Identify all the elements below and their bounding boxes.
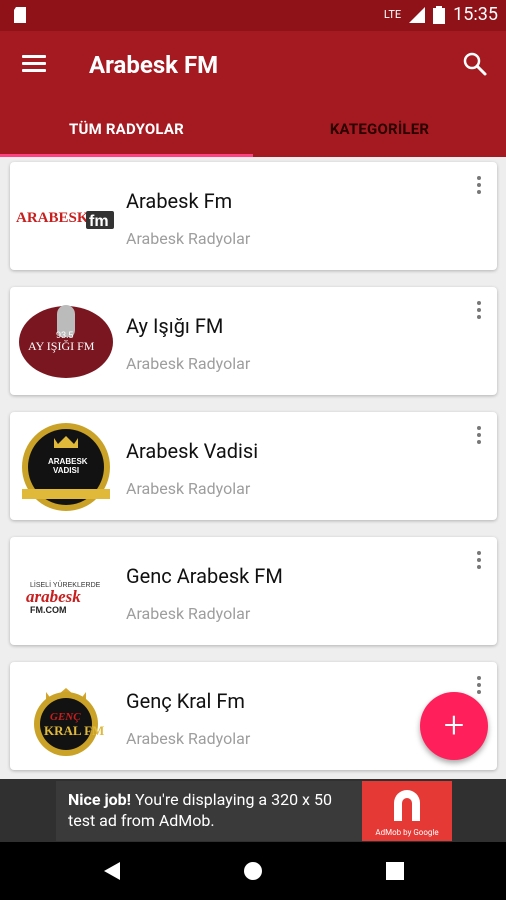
svg-text:AY IŞIĞI FM: AY IŞIĞI FM [28, 339, 95, 353]
more-vert-icon[interactable] [477, 301, 483, 323]
station-name: Genc Arabesk FM [126, 564, 283, 588]
station-category: Arabesk Radyolar [126, 354, 251, 373]
station-card[interactable]: ARABESK fm Arabesk Fm Arabesk Radyolar [10, 162, 497, 270]
station-name: Ay Işığı FM [126, 314, 224, 338]
ad-box[interactable]: Nice job! You're displaying a 320 x 50 t… [56, 781, 452, 841]
tab-categories[interactable]: KATEGORİLER [253, 108, 506, 157]
svg-text:ARABESK: ARABESK [16, 210, 89, 226]
station-card[interactable]: 93.5 AY IŞIĞI FM Ay Işığı FM Arabesk Rad… [10, 287, 497, 395]
station-logo: 93.5 AY IŞIĞI FM [19, 305, 113, 378]
back-icon[interactable] [102, 861, 122, 881]
tab-bar: TÜM RADYOLAR KATEGORİLER [0, 108, 506, 157]
svg-text:FM.COM: FM.COM [30, 605, 67, 615]
admob-caption: AdMob by Google [375, 828, 439, 837]
battery-icon [433, 5, 446, 24]
svg-text:VADISI: VADISI [53, 466, 79, 475]
station-logo: ARABESK fm [16, 210, 114, 230]
more-vert-icon[interactable] [477, 176, 483, 198]
tab-all-radios[interactable]: TÜM RADYOLAR [0, 108, 253, 157]
station-name: Arabesk Vadisi [126, 439, 259, 463]
station-logo: GENÇ KRAL FM [34, 688, 104, 756]
svg-text:arabesk: arabesk [26, 587, 81, 606]
station-logo: ARABESK VADISI [22, 423, 110, 511]
more-vert-icon[interactable] [477, 551, 483, 573]
more-vert-icon[interactable] [477, 676, 483, 698]
clock: 15:35 [453, 4, 498, 25]
ad-bold: Nice job! [68, 790, 131, 809]
recents-icon[interactable] [386, 862, 404, 880]
svg-text:ARABESK: ARABESK [48, 457, 88, 466]
sd-card-icon [14, 7, 26, 23]
app-title: Arabesk FM [89, 51, 219, 79]
station-card[interactable]: LİSELİ YÜREKLERDE arabesk FM.COM Genc Ar… [10, 537, 497, 645]
ad-banner[interactable]: Nice job! You're displaying a 320 x 50 t… [0, 779, 506, 842]
station-category: Arabesk Radyolar [126, 604, 251, 623]
station-category: Arabesk Radyolar [126, 229, 251, 248]
status-bar: LTE 15:35 [0, 0, 506, 31]
station-logo: LİSELİ YÜREKLERDE arabesk FM.COM [26, 580, 101, 615]
admob-icon [394, 790, 420, 821]
admob-logo: AdMob by Google [362, 781, 452, 841]
station-name: Arabesk Fm [126, 189, 233, 213]
station-category: Arabesk Radyolar [126, 479, 251, 498]
station-card[interactable]: ARABESK VADISI Arabesk Vadisi Arabesk Ra… [10, 412, 497, 520]
network-type: LTE [383, 8, 402, 21]
signal-icon [409, 6, 426, 23]
station-category: Arabesk Radyolar [126, 729, 251, 748]
search-icon[interactable] [462, 51, 488, 77]
station-name: Genç Kral Fm [126, 689, 245, 713]
more-vert-icon[interactable] [477, 426, 483, 448]
svg-text:fm: fm [89, 213, 109, 230]
add-fab-button[interactable]: + [420, 692, 488, 760]
system-nav-bar [0, 842, 506, 900]
app-bar: Arabesk FM TÜM RADYOLAR KATEGORİLER [0, 31, 506, 157]
ad-text: Nice job! You're displaying a 320 x 50 t… [68, 789, 358, 831]
station-list: ARABESK fm Arabesk Fm Arabesk Radyolar 9… [0, 157, 506, 779]
svg-text:KRAL FM: KRAL FM [44, 723, 104, 738]
svg-text:GENÇ: GENÇ [50, 711, 81, 723]
home-icon[interactable] [243, 861, 263, 881]
hamburger-menu-icon[interactable] [22, 53, 48, 73]
